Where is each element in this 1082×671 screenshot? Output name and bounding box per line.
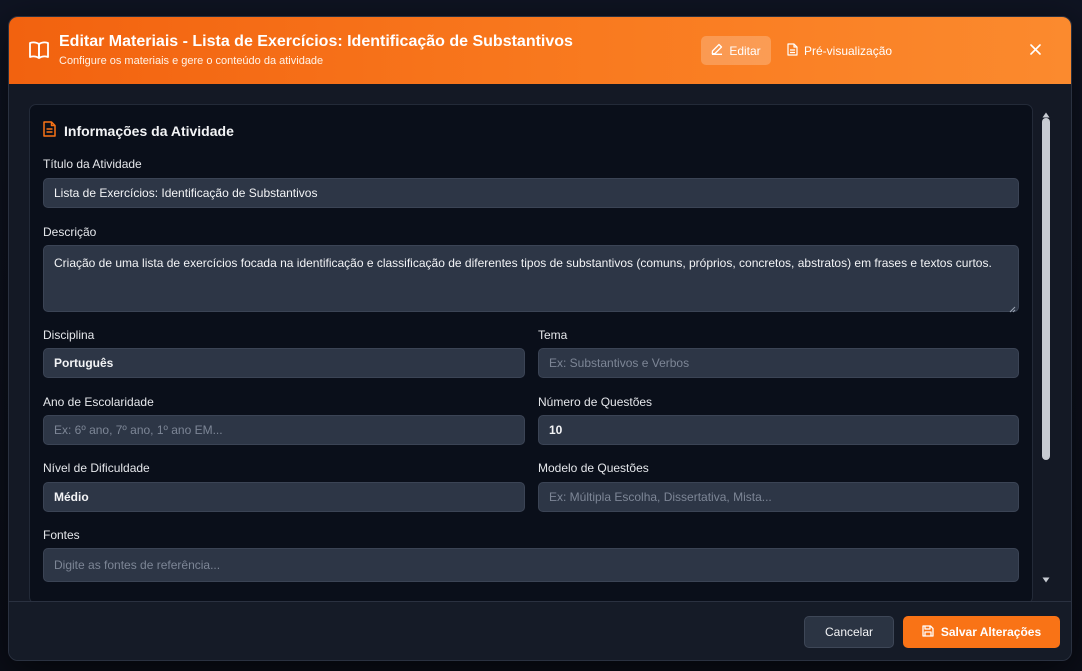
sources-label: Fontes [43,528,80,542]
description-label: Descrição [43,225,97,239]
dialog-title: Editar Materiais - Lista de Exercícios: … [59,33,573,50]
description-text: Criação de uma lista de exercícios focad… [54,256,992,270]
edit-tab-button[interactable]: Editar [701,36,771,65]
scroll-thumb[interactable] [1042,118,1050,460]
dialog-header: Editar Materiais - Lista de Exercícios: … [9,17,1071,84]
section-header: Informações da Atividade [43,121,234,140]
subject-label: Disciplina [43,328,95,342]
grade-input[interactable]: Ex: 6º ano, 7º ano, 1º ano EM... [43,415,525,445]
close-icon [1029,42,1041,60]
dialog-footer: Cancelar Salvar Alterações [9,601,1071,660]
file-text-icon [787,42,798,59]
section-title: Informações da Atividade [64,122,234,139]
question-count-label: Número de Questões [538,395,653,409]
content-scrollbar[interactable] [1040,104,1052,583]
pencil-icon [711,43,723,58]
save-changes-label: Salvar Alterações [940,625,1042,639]
title-input[interactable]: Lista de Exercícios: Identificação de Su… [43,178,1019,208]
sources-input[interactable]: Digite as fontes de referência... [43,548,1019,582]
difficulty-label: Nível de Dificuldade [43,461,150,475]
activity-info-card: Informações da Atividade Título da Ativi… [29,104,1033,604]
close-button[interactable] [1025,41,1045,61]
dialog-subtitle: Configure os materiais e gere o conteúdo… [59,55,324,67]
scroll-down-arrow-icon[interactable] [1042,571,1050,583]
grade-label: Ano de Escolaridade [43,395,154,409]
preview-tab-button[interactable]: Pré-visualização [779,36,900,65]
question-model-label: Modelo de Questões [538,461,649,475]
question-model-input[interactable]: Ex: Múltipla Escolha, Dissertativa, Mist… [538,482,1019,512]
theme-label: Tema [538,328,568,342]
edit-tab-label: Editar [729,43,761,58]
difficulty-input[interactable]: Médio [43,482,525,512]
question-count-input[interactable]: 10 [538,415,1019,445]
save-changes-button[interactable]: Salvar Alterações [903,616,1060,648]
subject-input[interactable]: Português [43,348,525,378]
dialog-body: Informações da Atividade Título da Ativi… [9,84,1071,604]
edit-materials-dialog: Editar Materiais - Lista de Exercícios: … [8,16,1072,661]
resize-grip-icon[interactable] [1008,301,1016,313]
theme-input[interactable]: Ex: Substantivos e Verbos [538,348,1019,378]
description-textarea[interactable]: Criação de uma lista de exercícios focad… [43,245,1019,313]
file-text-icon [43,121,56,140]
cancel-button[interactable]: Cancelar [804,616,894,648]
save-icon [922,624,934,640]
preview-tab-label: Pré-visualização [804,43,893,58]
book-open-icon [29,41,49,59]
scroll-up-arrow-icon[interactable] [1042,106,1050,118]
title-label: Título da Atividade [43,157,142,171]
